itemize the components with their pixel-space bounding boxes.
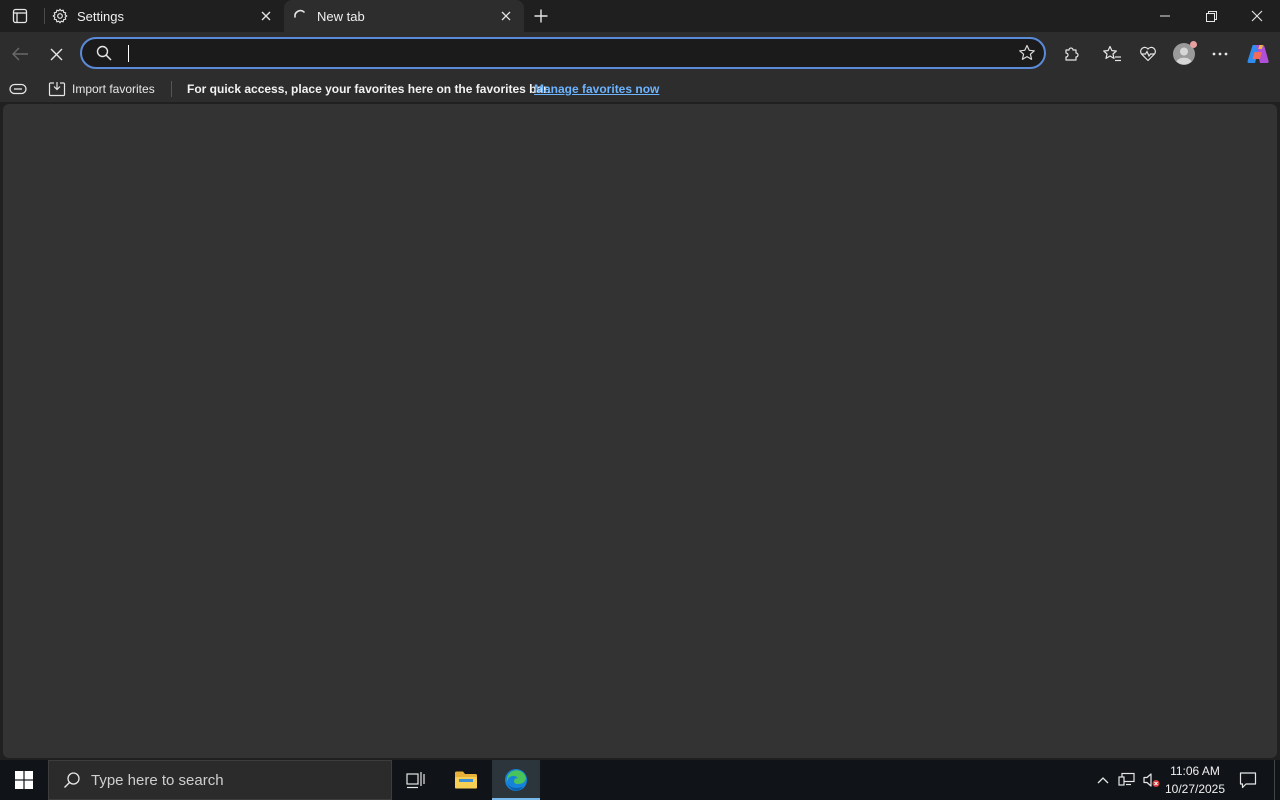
hide-favorites-bar-icon (9, 83, 27, 95)
folder-icon (455, 771, 477, 789)
gear-icon (52, 8, 68, 24)
import-icon (48, 82, 66, 97)
tab-settings[interactable]: Settings (44, 0, 284, 32)
tab-title: Settings (77, 8, 124, 24)
close-icon (50, 48, 62, 60)
close-icon (1251, 10, 1263, 22)
close-tab-button[interactable] (496, 6, 516, 26)
volume-button[interactable] (1140, 760, 1162, 800)
restore-icon (1205, 10, 1217, 22)
extensions-button[interactable] (1055, 38, 1087, 70)
tab-title: New tab (317, 8, 365, 24)
minimize-icon (1160, 15, 1170, 17)
taskbar-search-placeholder: Type here to search (91, 771, 224, 789)
task-view-button[interactable] (392, 760, 440, 800)
tab-actions-button[interactable] (6, 4, 34, 28)
copilot-icon (1247, 45, 1269, 63)
tab-actions-icon (12, 8, 28, 24)
favorites-bar: Import favorites For quick access, place… (0, 76, 1280, 102)
notifications-button[interactable] (1232, 760, 1264, 800)
star-list-icon (1103, 45, 1121, 62)
manage-favorites-link[interactable]: Manage favorites now (534, 82, 659, 96)
clock-time: 11:06 AM (1170, 764, 1220, 778)
puzzle-icon (1065, 47, 1079, 61)
favorites-bar-message: For quick access, place your favorites h… (187, 82, 551, 96)
search-icon (96, 45, 112, 66)
close-window-button[interactable] (1234, 0, 1280, 32)
add-favorite-button[interactable] (1018, 44, 1036, 67)
star-icon (1019, 44, 1035, 60)
plus-icon (534, 9, 548, 23)
clock-date: 10/27/2025 (1164, 782, 1226, 796)
minimize-button[interactable] (1142, 0, 1188, 32)
browser-toolbar (0, 32, 1280, 76)
close-icon (261, 11, 271, 21)
more-icon (1212, 52, 1228, 56)
arrow-left-icon (12, 47, 28, 61)
favorites-bar-toggle-button[interactable] (8, 80, 28, 98)
new-tab-button[interactable] (528, 4, 554, 28)
heart-pulse-icon (1140, 46, 1156, 62)
import-favorites-label: Import favorites (72, 82, 155, 96)
notification-icon (1239, 772, 1257, 789)
profile-status-badge (1190, 41, 1197, 48)
stop-loading-button[interactable] (40, 38, 72, 70)
copilot-button[interactable] (1242, 38, 1274, 70)
chevron-up-icon (1097, 777, 1109, 784)
task-view-icon (406, 772, 425, 789)
system-clock[interactable]: 11:06 AM 10/27/2025 (1160, 762, 1230, 798)
edge-icon (505, 769, 527, 791)
windows-logo-icon (15, 771, 33, 789)
import-favorites-button[interactable]: Import favorites (48, 79, 155, 99)
tab-strip: Settings New tab (0, 0, 1280, 32)
show-hidden-icons-button[interactable] (1092, 760, 1114, 800)
tab-new-tab[interactable]: New tab (284, 0, 524, 32)
network-button[interactable] (1116, 760, 1138, 800)
address-bar[interactable] (80, 37, 1046, 69)
profile-button[interactable] (1168, 38, 1200, 70)
browser-essentials-button[interactable] (1132, 38, 1164, 70)
favorites-button[interactable] (1096, 38, 1128, 70)
page-content-area (3, 104, 1277, 758)
loading-spinner-icon (292, 8, 308, 24)
file-explorer-button[interactable] (442, 760, 490, 800)
edge-taskbar-button[interactable] (492, 760, 540, 800)
network-icon (1118, 772, 1135, 786)
close-tab-button[interactable] (256, 6, 276, 26)
settings-and-more-button[interactable] (1204, 38, 1236, 70)
address-input[interactable] (126, 43, 986, 63)
restore-button[interactable] (1188, 0, 1234, 32)
search-icon (63, 771, 81, 789)
taskbar-search-box[interactable]: Type here to search (48, 760, 392, 800)
show-desktop-button[interactable] (1274, 760, 1280, 800)
back-button[interactable] (4, 38, 36, 70)
close-icon (501, 11, 511, 21)
favorites-divider (171, 81, 172, 97)
taskbar: Type here to search 11:06 AM 10/27/2025 (0, 760, 1280, 800)
text-cursor (128, 45, 129, 62)
volume-muted-icon (1143, 773, 1160, 787)
start-button[interactable] (0, 760, 48, 800)
